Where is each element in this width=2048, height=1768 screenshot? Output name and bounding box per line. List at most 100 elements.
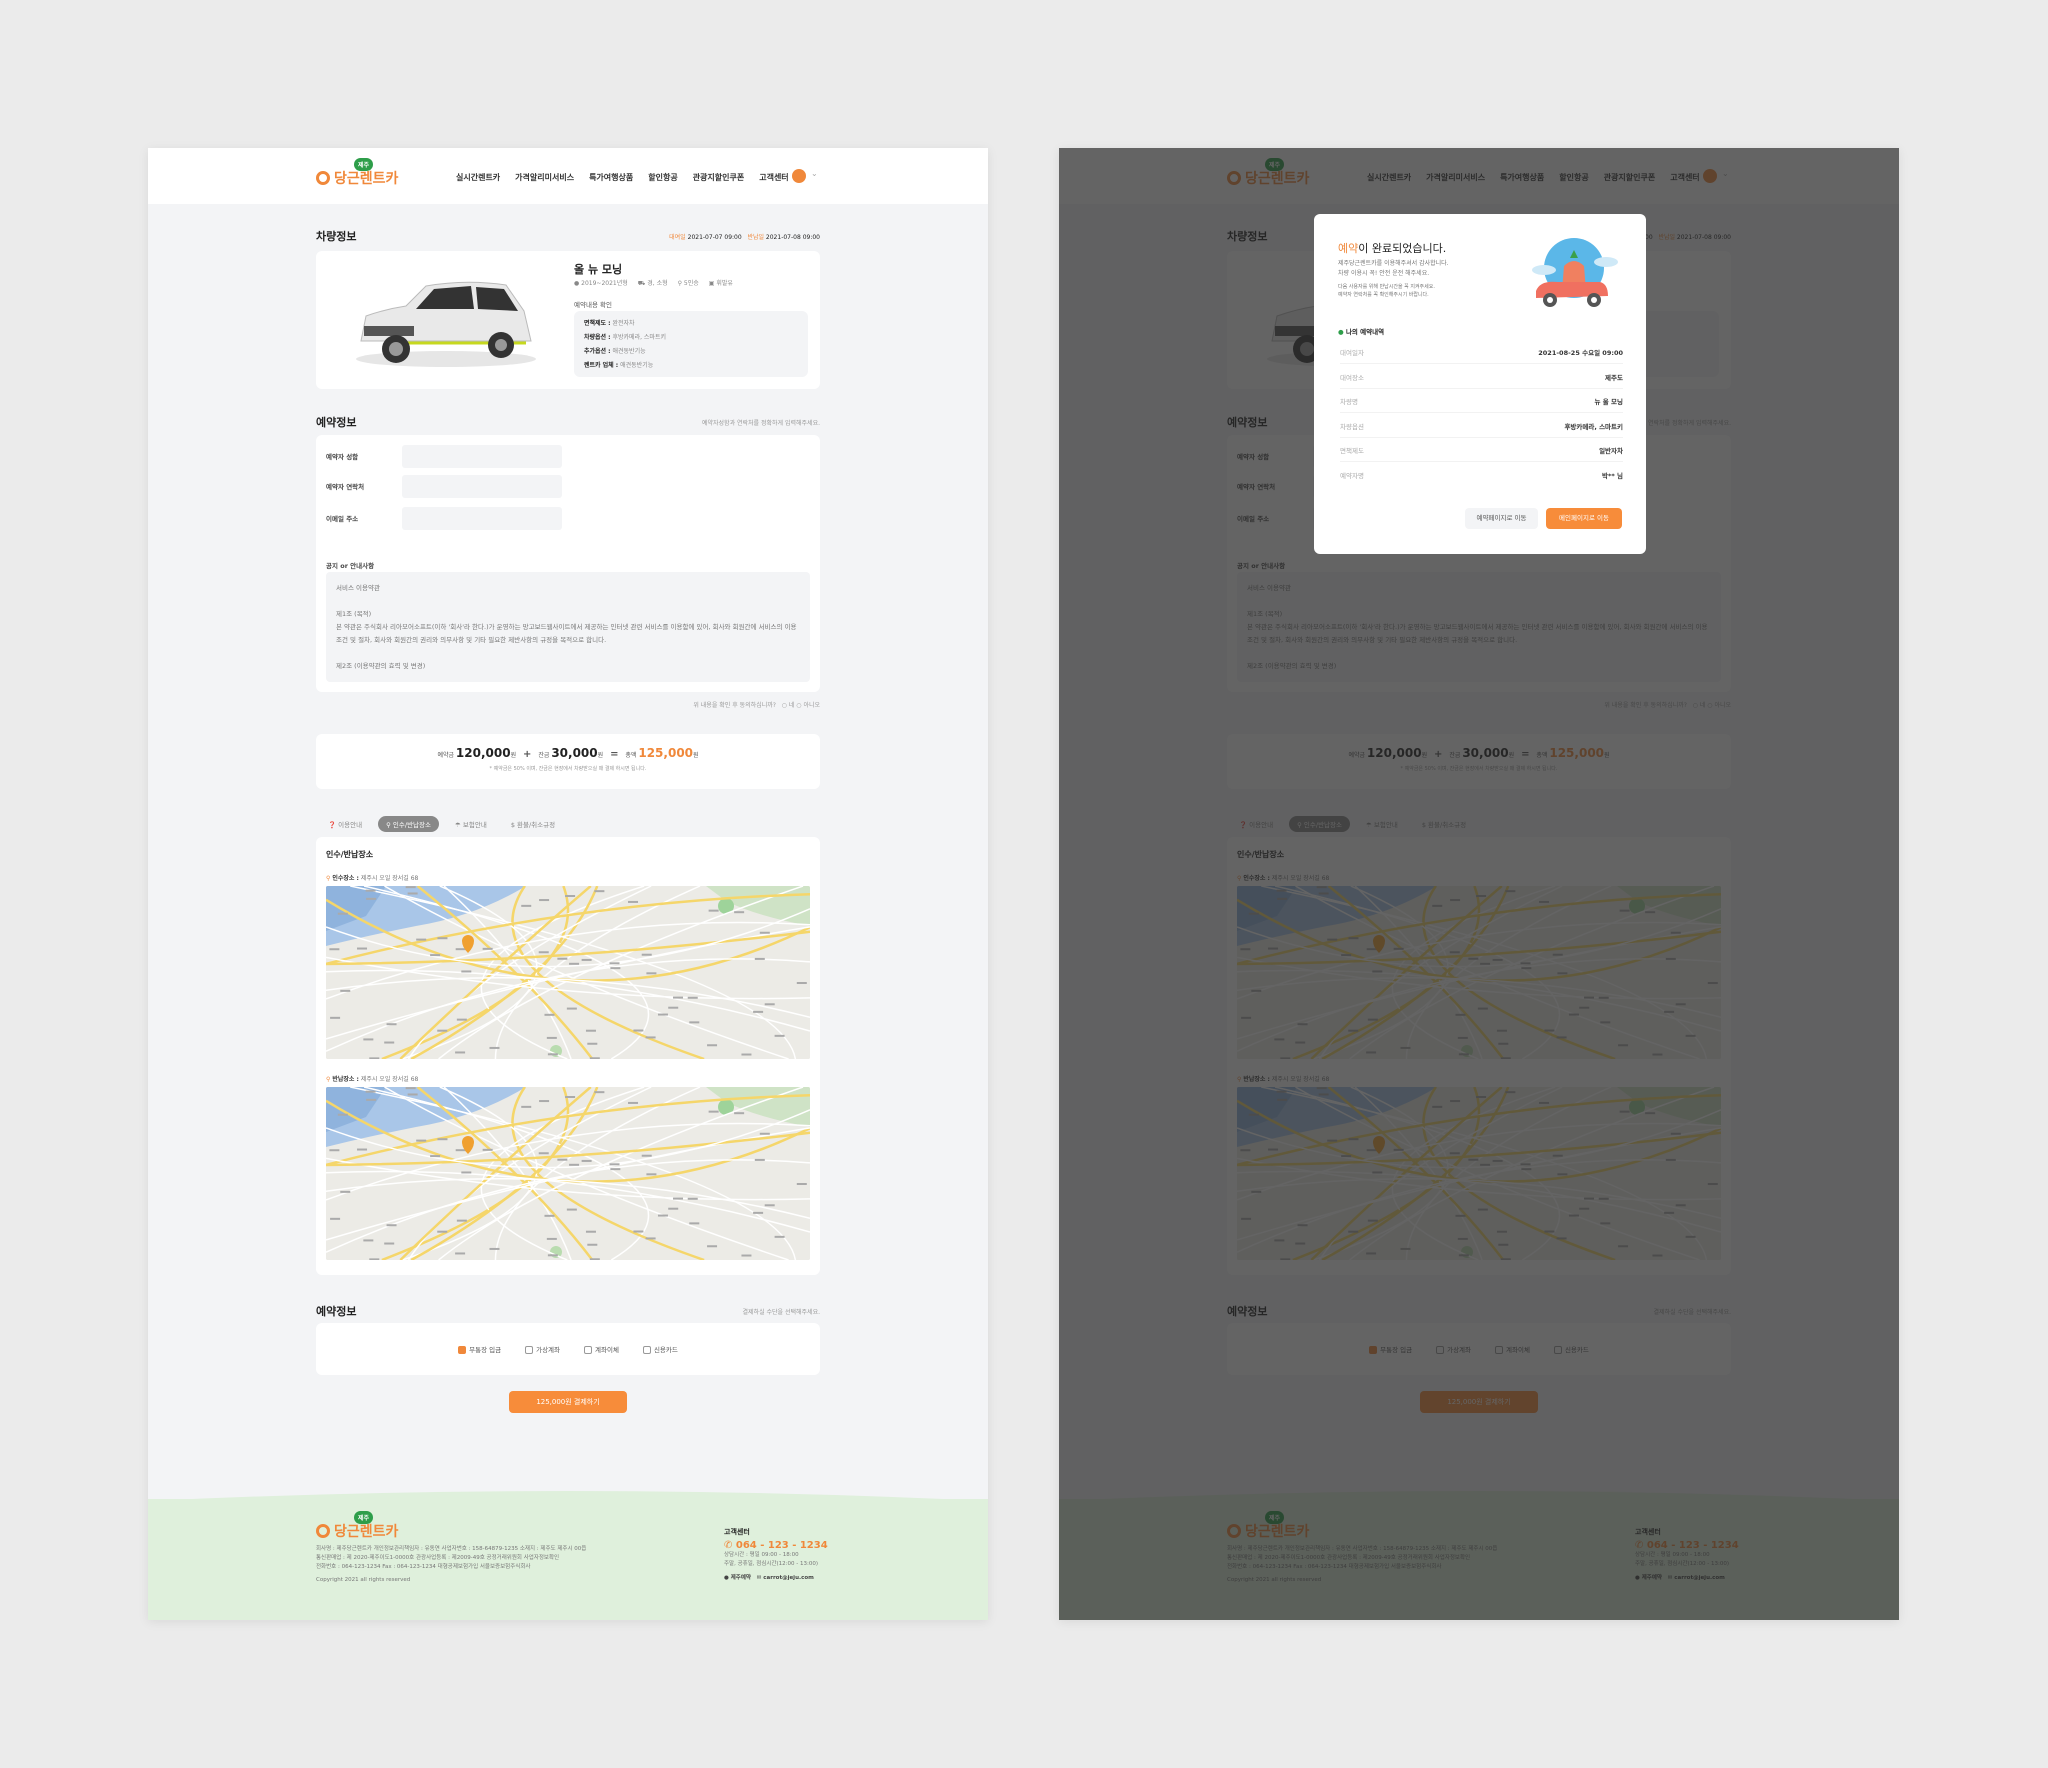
footer-logo: 당근렌트카 제주 — [316, 1511, 399, 1541]
pin-icon: ⚲ — [326, 875, 331, 882]
tab-0[interactable]: ❓ 이용안내 — [320, 816, 370, 832]
customer-center: 고객센터 ✆ 064 - 123 - 1234 상담시간 : 평일 09:00 … — [724, 1527, 828, 1581]
nav-item[interactable]: 특가여행상품 — [589, 172, 633, 183]
checkbox[interactable] — [458, 1346, 467, 1354]
payment-option-label: 계좌이체 — [595, 1346, 619, 1354]
spec-text: 경, 소형 — [647, 280, 668, 287]
payment-title: 예약정보 — [316, 1305, 357, 1318]
payment-option-3[interactable]: 신용카드 — [642, 1344, 678, 1354]
chat-icon: ● — [724, 1575, 729, 1581]
phone-number: 064 - 123 - 1234 — [735, 1540, 828, 1551]
nav-item[interactable]: 고객센터 — [759, 172, 788, 183]
nav-item[interactable]: 가격알리미서비스 — [515, 172, 574, 183]
checkbox[interactable] — [642, 1346, 651, 1354]
modal-subtitle: 제주당근렌트카를 이용해주셔서 감사합니다. 차량 이용시 꼭! 안전 운전 해주… — [1338, 259, 1449, 299]
checkbox[interactable] — [525, 1346, 534, 1354]
payment-hint: 결제하실 수단을 선택해주세요. — [742, 1309, 820, 1316]
payment-methods: 무통장 입금 가상계좌 계좌이체 신용카드 — [316, 1323, 820, 1375]
header: 당근렌트카 제주 실시간렌트카 가격알리미서비스 특가여행상품 할인항공 관광지할인쿠폰… — [148, 148, 988, 204]
user-avatar-icon[interactable] — [792, 169, 806, 183]
logo-text: 당근렌트카 — [334, 1524, 399, 1540]
confirm-title: 예약내용 확인 — [574, 301, 612, 309]
tab-label: 보험안내 — [462, 821, 487, 829]
name-label: 예약자 성함 — [326, 453, 359, 461]
checkbox[interactable] — [584, 1346, 593, 1354]
payment-option-1[interactable]: 가상계좌 — [525, 1344, 560, 1354]
payment-option-0[interactable]: 무통장 입금 — [458, 1344, 501, 1354]
kakao-link[interactable]: 제주예약 — [731, 1575, 751, 1581]
detail-row: 차량옵션 : 후방카메라, 스마트키 — [584, 331, 798, 345]
main-nav: 실시간렌트카 가격알리미서비스 특가여행상품 할인항공 관광지할인쿠폰 고객센터 — [456, 172, 789, 183]
detail-value: 애견동반기능 — [620, 362, 654, 369]
price-card: 예약금 120,000원 + 잔금 30,000원 = 총액 125,000원 … — [316, 734, 820, 789]
cs-phone[interactable]: ✆ 064 - 123 - 1234 — [724, 1540, 828, 1551]
return-address: 제주시 오일 장서길 68 — [360, 1076, 419, 1083]
row-value: 제주도 — [1605, 373, 1623, 382]
agree-question: 위 내용을 확인 후 동의하십니까? — [693, 702, 776, 709]
email-input[interactable] — [402, 507, 562, 530]
phone-input[interactable] — [402, 475, 562, 498]
return-label: 반납일 — [747, 234, 764, 241]
nav-item[interactable]: 실시간렌트카 — [456, 172, 500, 183]
deposit-label: 예약금 — [437, 752, 454, 759]
cs-title: 고객센터 — [724, 1528, 750, 1536]
reservation-complete-modal: 예약이 완료되었습니다. 제주당근렌트카를 이용해주셔서 감사합니다. 차량 이용… — [1314, 214, 1646, 554]
nav-item[interactable]: 관광지할인쿠폰 — [693, 172, 745, 183]
agree-yes-radio[interactable]: ○ 네 — [782, 702, 795, 709]
hours-weekday: 상담시간 : 평일 09:00 - 18:00 — [724, 1552, 799, 1558]
go-reservation-page-button[interactable]: 예약페이지로 이동 — [1465, 508, 1538, 529]
pickup-row: ⚲ 인수장소 : 제주시 오일 장서길 68 — [326, 873, 418, 882]
pin-icon: ⚲ — [386, 821, 393, 829]
rent-date: 2021-07-07 09:00 — [687, 234, 742, 241]
reservation-card: 예약자 성함 예약자 연락처 이메일 주소 공지 or 안내사항 서비스 이용약… — [316, 435, 820, 692]
email-link[interactable]: carrot@jeju.com — [763, 1575, 814, 1581]
reservation-complete-page: 당근렌트카 제주 실시간렌트카가격알리미서비스특가여행상품할인항공관광지할인쿠폰… — [1059, 148, 1899, 1620]
info-tabs: ❓ 이용안내 ⚲ 인수/반납장소 ☂ 보험안내 $ 환불/취소규정 — [320, 816, 563, 832]
agree-no-radio[interactable]: ○ 아니오 — [796, 702, 820, 709]
note-line: 예약자 연락처를 꼭 확인해주시기 바랍니다. — [1338, 292, 1429, 298]
company-info: 회사명 : 제주당근렌트카 개인정보관리책임자 : 유동연 사업자번호 : 15… — [316, 1545, 586, 1585]
spec-item: ⛟ 경, 소형 — [638, 278, 668, 288]
go-main-page-button[interactable]: 메인페이지로 이동 — [1546, 508, 1622, 529]
chevron-down-icon[interactable]: ⌄ — [811, 169, 818, 178]
pay-button[interactable]: 125,000원 결제하기 — [509, 1391, 627, 1413]
location-title: 인수/반납장소 — [326, 850, 374, 859]
equals-sign: = — [610, 749, 619, 760]
pickup-map[interactable] — [326, 886, 810, 1059]
email-label: 이메일 주소 — [326, 515, 359, 523]
notice-title: 공지 or 안내사항 — [326, 562, 375, 570]
nav-item[interactable]: 할인항공 — [648, 172, 677, 183]
price-note: * 예약금은 50% 이며, 잔금은 현장에서 차량받으실 때 결제 하시면 됩… — [489, 766, 647, 772]
contact-links: ● 제주예약 ✉ carrot@jeju.com — [724, 1573, 828, 1581]
car-image — [356, 281, 536, 367]
terms-box[interactable]: 서비스 이용약관 제1조 (목적) 본 약관은 주식회사 리아모어소프트(이하 … — [326, 572, 810, 682]
question-icon: ❓ — [328, 821, 339, 829]
payment-option-2[interactable]: 계좌이체 — [584, 1344, 619, 1354]
return-label: 반납장소 : — [332, 1076, 359, 1083]
logo-badge: 제주 — [354, 1511, 374, 1524]
return-map[interactable] — [326, 1087, 810, 1260]
sub-line: 차량 이용시 꼭! 안전 운전 해주세요. — [1338, 270, 1430, 277]
spec-item: ▣ 휘발유 — [709, 278, 733, 288]
tab-3[interactable]: $ 환불/취소규정 — [503, 816, 563, 832]
logo-text: 당근렌트카 — [334, 171, 399, 187]
row-key: 대여장소 — [1340, 373, 1364, 382]
total-amount: 125,000 — [638, 746, 694, 760]
note-line: 다음 사용자를 위해 반납시간을 꼭 지켜주세요. — [1338, 284, 1435, 290]
rental-dates: 대여일 2021-07-07 09:00 반납일 2021-07-08 09:0… — [669, 232, 820, 241]
tab-1[interactable]: ⚲ 인수/반납장소 — [378, 816, 439, 832]
row-key: 예약자명 — [1340, 472, 1364, 480]
tab-2[interactable]: ☂ 보험안내 — [447, 816, 495, 832]
detail-value: 완전자차 — [612, 320, 635, 327]
spec-item: ● 2019~2021년형 — [574, 278, 628, 288]
detail-row: 면책제도 : 완전자차 — [584, 317, 798, 331]
spec-text: 2019~2021년형 — [581, 280, 628, 287]
payment-option-label: 가상계좌 — [536, 1346, 561, 1354]
logo[interactable]: 당근렌트카 제주 — [316, 158, 399, 188]
terms-article-2: 제2조 (이용약관의 효력 및 변경) — [336, 662, 426, 670]
reservation-row: 차량옵션 후방카메라, 스마트키 — [1340, 421, 1623, 438]
reservation-row: 면책제도 일반자차 — [1340, 445, 1623, 463]
agree-no-label: 아니오 — [803, 702, 820, 709]
balance-label: 잔금 — [538, 752, 550, 759]
name-input[interactable] — [402, 445, 562, 468]
